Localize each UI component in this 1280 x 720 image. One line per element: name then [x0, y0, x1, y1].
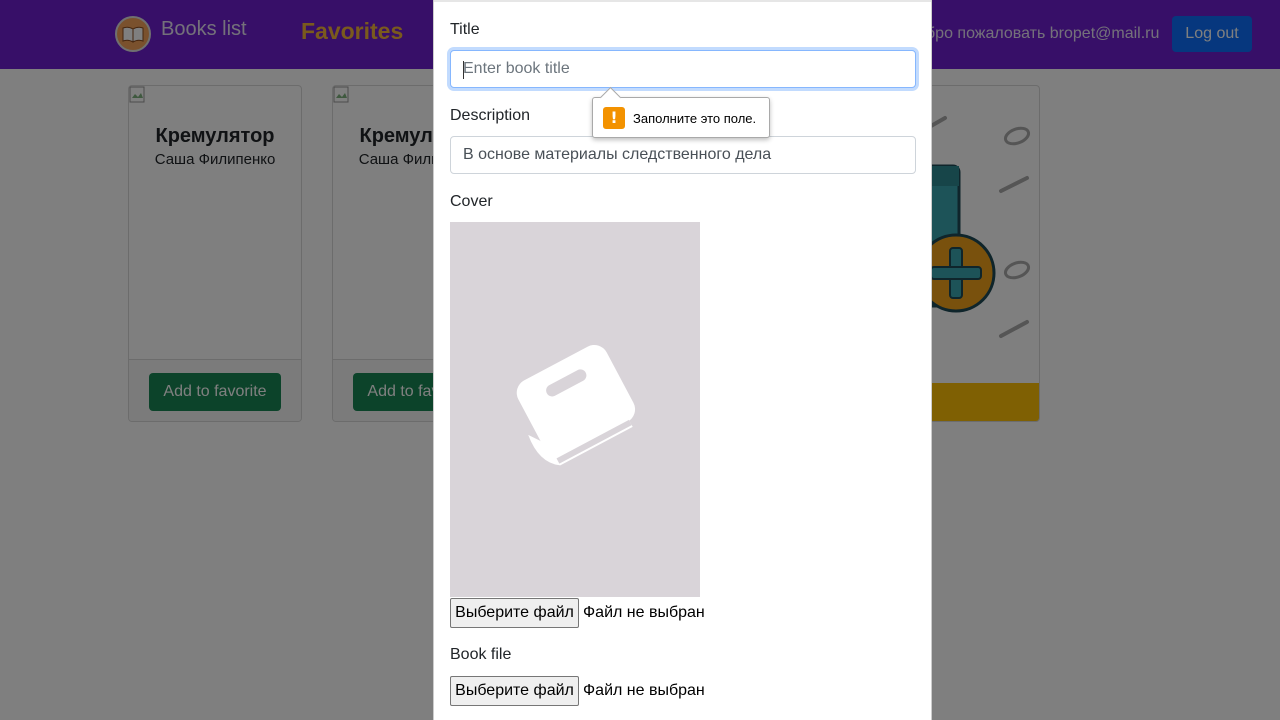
- validation-tooltip: ! Заполните это поле.: [592, 86, 770, 138]
- book-file-button[interactable]: Выберите файл: [450, 676, 579, 706]
- description-label: Description: [450, 107, 531, 124]
- cover-preview: [450, 222, 700, 597]
- text-caret: [463, 61, 464, 79]
- book-file-label: Book file: [450, 646, 512, 663]
- validation-message: Заполните это поле.: [633, 111, 757, 126]
- modal-top-border: [434, 0, 931, 2]
- cover-file-button[interactable]: Выберите файл: [450, 598, 579, 628]
- book-icon: [516, 344, 636, 465]
- book-file-status: Файл не выбран: [583, 682, 705, 699]
- cover-file-status: Файл не выбран: [583, 604, 705, 621]
- title-input[interactable]: [450, 50, 916, 88]
- description-input[interactable]: [450, 136, 916, 174]
- cover-label: Cover: [450, 193, 493, 210]
- warning-icon: !: [603, 107, 625, 129]
- title-label: Title: [450, 21, 480, 38]
